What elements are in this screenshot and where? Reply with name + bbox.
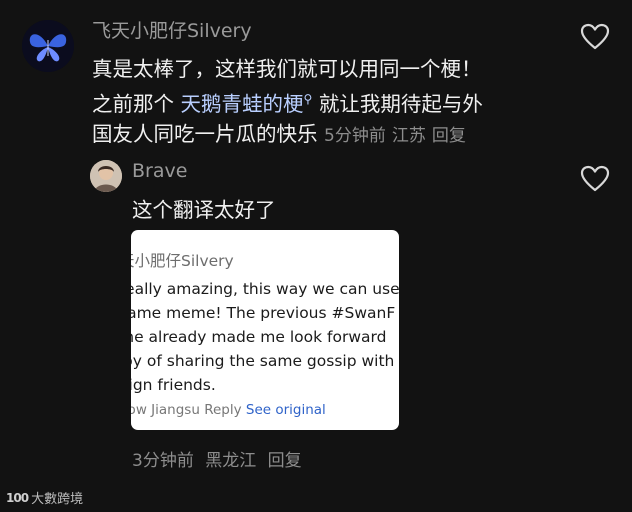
reply-meta: 3分钟前 黑龙江 回复 (132, 446, 308, 471)
card-time: now (131, 402, 147, 418)
card-text: really amazing, this way we can use same… (131, 277, 399, 397)
like-heart-icon[interactable] (580, 23, 610, 51)
person-avatar-image (90, 160, 122, 192)
card-text-line: me already made me look forward (131, 328, 387, 346)
card-text-line: eign friends. (131, 376, 216, 394)
card-reply-label: Reply (204, 402, 242, 418)
hashtag-link[interactable]: 天鹅青蛙的梗⚲ (181, 92, 313, 116)
hashtag-label: 天鹅青蛙的梗 (180, 91, 304, 116)
comment-time: 5分钟前 (324, 125, 386, 146)
see-original-link: See original (245, 402, 326, 418)
reply-avatar[interactable] (90, 160, 122, 192)
card-text-line: really amazing, this way we can use (131, 280, 399, 298)
watermark-text: 大數跨境 (31, 492, 84, 507)
comment-text-line: 真是太棒了，这样我们就可以用同一个梗！ (92, 57, 482, 81)
avatar[interactable] (22, 20, 74, 72)
card-meta: now Jiangsu Reply See original (131, 402, 326, 418)
translation-screenshot-card[interactable]: 天小肥仔Silvery really amazing, this way we … (131, 230, 399, 430)
card-location: Jiangsu (151, 402, 200, 418)
card-author: 天小肥仔Silvery (131, 252, 234, 270)
search-icon: ⚲ (303, 92, 313, 106)
comment-meta: 5分钟前 江苏 回复 (324, 126, 472, 146)
watermark: 100 大數跨境 (6, 488, 84, 508)
reply-button[interactable]: 回复 (432, 126, 466, 146)
comment-location: 江苏 (391, 125, 426, 146)
like-heart-icon[interactable] (580, 165, 610, 193)
card-text-line: same meme! The previous #SwanF (131, 304, 396, 322)
reply-author[interactable]: Brave (132, 160, 187, 182)
reply-location: 黑龙江 (205, 451, 257, 471)
comment-text-segment: 国友人同吃一片瓜的快乐 (92, 121, 318, 146)
watermark-logo: 100 (6, 490, 29, 505)
reply-text: 这个翻译太好了 (132, 198, 276, 222)
comment-text-line: 之前那个 天鹅青蛙的梗⚲ 就让我期待起与外 (92, 84, 562, 119)
comment-text-segment: 之前那个 (92, 91, 181, 116)
comment-text: 真是太棒了，这样我们就可以用同一个梗！ 之前那个 天鹅青蛙的梗⚲ 就让我期待起与… (92, 54, 562, 151)
comment-text-segment: 就让我期待起与外 (312, 91, 483, 116)
butterfly-avatar-image (22, 20, 74, 72)
comment-author[interactable]: 飞天小肥仔Silvery (92, 16, 252, 43)
card-text-line: joy of sharing the same gossip with (131, 352, 395, 370)
reply-button[interactable]: 回复 (268, 451, 302, 471)
reply-time: 3分钟前 (132, 451, 194, 471)
comment-text-line: 国友人同吃一片瓜的快乐 5分钟前 江苏 回复 (92, 119, 562, 151)
